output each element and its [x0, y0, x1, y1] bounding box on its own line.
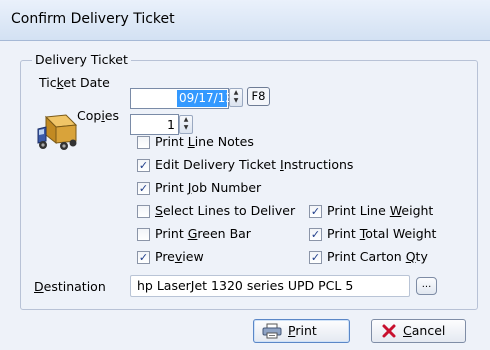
select-lines-checkbox[interactable]: [137, 205, 150, 218]
print-line-notes-checkbox[interactable]: [137, 136, 150, 149]
edit-instructions-checkbox[interactable]: ✓: [137, 159, 150, 172]
window-title: Confirm Delivery Ticket: [11, 11, 175, 27]
destination-label: Destination: [34, 279, 106, 294]
print-green-bar-checkbox[interactable]: [137, 228, 150, 241]
spin-down-icon: ▼: [233, 97, 239, 104]
preview-checkbox[interactable]: ✓: [137, 251, 150, 264]
preview-label: Preview: [155, 249, 204, 264]
destination-field[interactable]: hp LaserJet 1320 series UPD PCL 5: [130, 275, 410, 297]
print-button[interactable]: Print: [253, 319, 350, 343]
print-job-number-label: Print Job Number: [155, 180, 262, 195]
red-x-icon: [382, 324, 396, 338]
ticket-date-label: Ticket Date: [39, 75, 110, 90]
spin-up-icon: ▲: [183, 116, 189, 123]
group-legend: Delivery Ticket: [32, 52, 131, 67]
copies-spinner[interactable]: ▲ ▼: [179, 115, 193, 134]
f8-button[interactable]: F8: [247, 87, 270, 106]
print-button-label: Print: [288, 323, 317, 338]
print-line-weight-label: Print Line Weight: [327, 203, 434, 218]
delivery-truck-icon: [37, 114, 78, 150]
select-lines-label: Select Lines to Deliver: [155, 203, 296, 218]
print-job-number-checkbox[interactable]: ✓: [137, 182, 150, 195]
dialog-body: Delivery Ticket Ticket Date 09/17/13 ▲ ▼ …: [0, 41, 490, 350]
ticket-date-value: 09/17/13: [177, 90, 233, 107]
title-bar: Confirm Delivery Ticket: [0, 0, 490, 41]
print-total-weight-label: Print Total Weight: [327, 226, 437, 241]
cancel-button[interactable]: Cancel: [371, 319, 466, 343]
copies-label: Copies: [77, 108, 119, 123]
cancel-button-label: Cancel: [403, 323, 446, 338]
destination-browse-button[interactable]: ...: [416, 277, 437, 295]
spin-up-icon: ▲: [233, 89, 239, 96]
print-carton-qty-label: Print Carton Qty: [327, 249, 428, 264]
print-line-weight-checkbox[interactable]: ✓: [309, 205, 322, 218]
print-carton-qty-checkbox[interactable]: ✓: [309, 251, 322, 264]
printer-icon: [262, 323, 282, 339]
spin-down-icon: ▼: [183, 124, 189, 131]
print-line-notes-label: Print Line Notes: [155, 134, 254, 149]
ticket-date-spinner[interactable]: ▲ ▼: [229, 88, 243, 107]
edit-instructions-label: Edit Delivery Ticket Instructions: [155, 157, 354, 172]
copies-field[interactable]: 1: [130, 114, 179, 135]
print-green-bar-label: Print Green Bar: [155, 226, 251, 241]
print-total-weight-checkbox[interactable]: ✓: [309, 228, 322, 241]
